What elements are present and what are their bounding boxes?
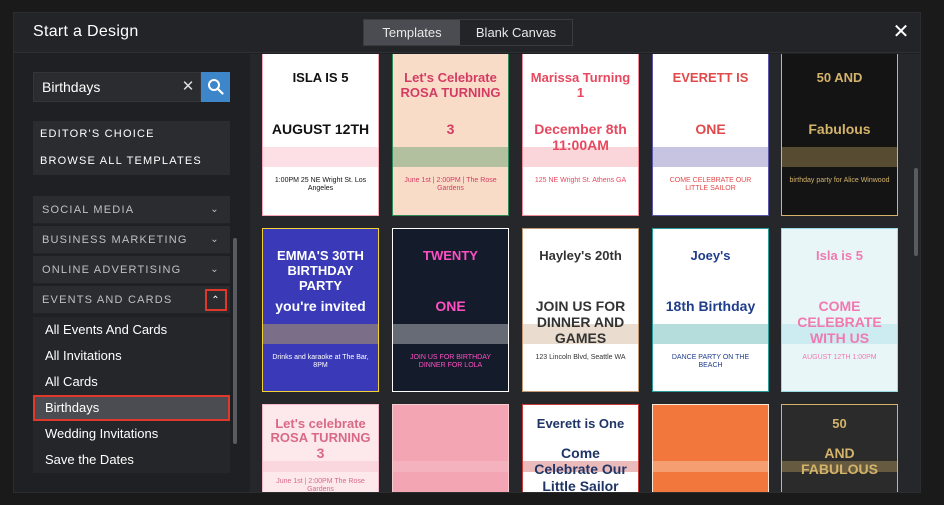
category-social-media[interactable]: SOCIAL MEDIA ⌄ <box>33 196 230 224</box>
template-card[interactable]: Hayley's 20th JOIN US FOR DINNER AND GAME… <box>522 228 639 392</box>
template-text: COME CELEBRATE WITH US <box>797 297 882 347</box>
template-text: June 1st | 2:00PM | The Rose Gardens <box>404 177 497 193</box>
template-card[interactable]: Let's celebrate ROSA TURNING 3 June 1st | … <box>262 404 379 493</box>
template-text: Isla is 5 <box>816 247 863 263</box>
tab-bar: Templates Blank Canvas <box>363 19 573 46</box>
template-text: Drinks and karaoke at The Bar, 8PM <box>272 353 369 369</box>
template-accent <box>653 324 768 344</box>
template-accent <box>263 324 378 344</box>
modal-title: Start a Design <box>33 23 139 40</box>
sidebar-scrollbar[interactable] <box>233 238 237 444</box>
category-events-and-cards[interactable]: EVENTS AND CARDS ⌃ <box>33 286 230 314</box>
template-card[interactable]: ISLA IS 5 AUGUST 12TH 1:00PM 25 NE Wright … <box>262 54 379 216</box>
category-label: EVENTS AND CARDS <box>42 294 173 306</box>
chevron-down-icon[interactable]: ⌄ <box>208 256 222 284</box>
template-text: COME CELEBRATE OUR LITTLE SAILOR <box>669 177 752 193</box>
clear-icon[interactable]: ✕ <box>178 77 198 97</box>
search-button[interactable] <box>201 72 230 102</box>
template-text: Let's Celebrate ROSA TURNING <box>400 69 501 100</box>
subcategory-wedding-invitations[interactable]: Wedding Invitations <box>33 421 230 447</box>
template-text: EVERETT IS <box>672 69 749 85</box>
template-accent <box>263 147 378 168</box>
template-text: ONE <box>695 120 726 137</box>
subcategory-all-events-and-cards[interactable]: All Events And Cards <box>33 317 230 343</box>
template-accent <box>653 460 768 473</box>
subcategory-birthdays[interactable]: Birthdays <box>33 395 230 421</box>
tab-templates[interactable]: Templates <box>364 20 460 45</box>
template-card[interactable]: 50 AND Fabulous birthday party for Alice W… <box>781 54 898 216</box>
template-text: December 8th 11:00AM <box>534 120 627 153</box>
subcategory-all-cards[interactable]: All Cards <box>33 369 230 395</box>
template-text: AUGUST 12TH 1:00PM <box>802 353 877 361</box>
tab-blank-canvas[interactable]: Blank Canvas <box>460 20 572 45</box>
template-text: 50 <box>832 415 847 431</box>
template-text: JOIN US FOR DINNER AND GAMES <box>535 297 626 347</box>
template-text: 123 Lincoln Blvd, Seattle WA <box>535 353 626 361</box>
template-accent <box>263 460 378 473</box>
template-text: EMMA'S 30TH BIRTHDAY PARTY <box>277 247 364 293</box>
template-text: Hayley's 20th <box>539 247 622 263</box>
category-label: SOCIAL MEDIA <box>42 204 135 216</box>
template-text: AUGUST 12TH <box>271 120 370 137</box>
gallery-scrollbar[interactable] <box>914 168 918 256</box>
template-text: TWENTY <box>423 247 478 263</box>
template-text: 3 <box>446 120 455 137</box>
search-icon <box>208 79 224 95</box>
start-design-modal: Start a Design Templates Blank Canvas ✕ … <box>13 12 921 493</box>
template-gallery: ISLA IS 5 AUGUST 12TH 1:00PM 25 NE Wright … <box>250 54 920 493</box>
close-icon[interactable]: ✕ <box>890 21 912 43</box>
template-accent <box>393 324 508 344</box>
template-accent <box>393 460 508 473</box>
search-box: ✕ <box>33 72 201 102</box>
chevron-down-icon[interactable]: ⌄ <box>208 196 222 224</box>
template-text: Everett is One <box>536 415 625 431</box>
template-text: June 1st | 2:00PM The Rose Gardens <box>276 477 365 493</box>
category-list: SOCIAL MEDIA ⌄ BUSINESS MARKETING ⌄ ONLI… <box>33 196 230 474</box>
category-label: ONLINE ADVERTISING <box>42 264 182 276</box>
template-card[interactable]: Everett is One Come Celebrate Our Little … <box>522 404 639 493</box>
template-text: Come Celebrate Our Little Sailor <box>534 445 627 493</box>
template-accent <box>393 147 508 168</box>
subcategory-save-the-dates[interactable]: Save the Dates <box>33 447 230 473</box>
search-input[interactable] <box>34 73 174 101</box>
template-card[interactable]: EVERETT IS ONE COME CELEBRATE OUR LITTLE S… <box>652 54 769 216</box>
template-card[interactable] <box>392 404 509 492</box>
template-text: 125 NE Wright St. Athens GA <box>534 177 627 185</box>
template-card[interactable] <box>652 404 769 492</box>
template-text: AND FABULOUS <box>801 445 878 478</box>
modal-header: Start a Design Templates Blank Canvas ✕ <box>14 13 920 53</box>
category-label: BUSINESS MARKETING <box>42 234 188 246</box>
template-card[interactable]: Marissa Turning 1 December 8th 11:00AM 125… <box>522 54 639 216</box>
browse-all-templates-link[interactable]: BROWSE ALL TEMPLATES <box>33 148 230 175</box>
template-card[interactable]: Joey's 18th Birthday DANCE PARTY ON THE BE… <box>652 228 769 392</box>
template-card[interactable]: Isla is 5 COME CELEBRATE WITH US AUGUST 12… <box>781 228 898 392</box>
editors-choice-link[interactable]: EDITOR'S CHOICE <box>33 121 230 148</box>
template-text: ONE <box>435 297 466 314</box>
template-text: 1:00PM 25 NE Wright St. Los Angeles <box>274 177 367 193</box>
chevron-down-icon[interactable]: ⌄ <box>208 226 222 254</box>
template-accent <box>653 147 768 168</box>
subcategory-all-invitations[interactable]: All Invitations <box>33 343 230 369</box>
sidebar: ✕ EDITOR'S CHOICE BROWSE ALL TEMPLATES S… <box>14 54 250 492</box>
template-text: Marissa Turning 1 <box>530 69 631 100</box>
category-online-advertising[interactable]: ONLINE ADVERTISING ⌄ <box>33 256 230 284</box>
template-text: 18th Birthday <box>665 297 756 314</box>
template-card[interactable]: Let's Celebrate ROSA TURNING 3 June 1st | … <box>392 54 509 216</box>
template-text: JOIN US FOR BIRTHDAY DINNER FOR LOLA <box>409 353 492 369</box>
category-business-marketing[interactable]: BUSINESS MARKETING ⌄ <box>33 226 230 254</box>
template-text: 3 <box>316 445 325 462</box>
template-accent <box>782 147 897 168</box>
template-text: 50 AND <box>816 69 863 85</box>
template-text: ISLA IS 5 <box>292 69 349 85</box>
template-text: you're invited <box>275 297 366 314</box>
template-text: DANCE PARTY ON THE BEACH <box>671 353 750 369</box>
template-text: Joey's <box>690 247 731 263</box>
template-text: Let's celebrate ROSA TURNING <box>270 415 371 446</box>
template-card[interactable]: EMMA'S 30TH BIRTHDAY PARTY you're invited… <box>262 228 379 392</box>
template-text: Fabulous <box>808 120 871 137</box>
chevron-up-icon[interactable]: ⌃ <box>205 289 227 311</box>
template-card[interactable]: TWENTY ONE JOIN US FOR BIRTHDAY DINNER FOR… <box>392 228 509 392</box>
template-text: birthday party for Alice Winwood <box>789 177 890 185</box>
template-card[interactable]: 50 AND FABULOUS <box>781 404 898 492</box>
